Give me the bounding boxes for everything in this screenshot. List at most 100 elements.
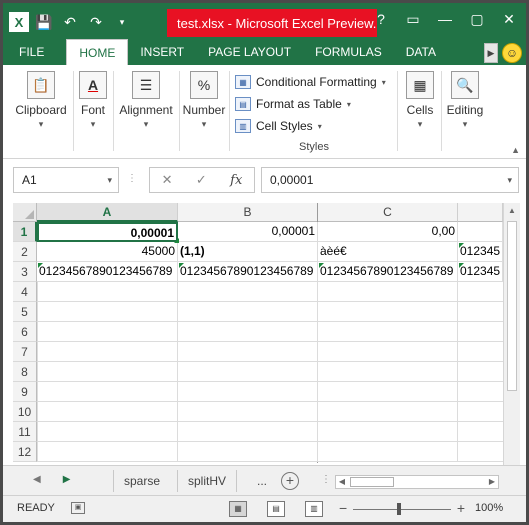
row-header-1[interactable]: 1 [13,222,37,242]
tab-home[interactable]: HOME [66,39,129,65]
row-header-10[interactable]: 10 [13,402,37,422]
column-header-d[interactable] [458,203,503,222]
tab-file[interactable]: FILE [3,39,61,65]
normal-view-icon[interactable]: ▦ [229,501,247,517]
row-header-5[interactable]: 5 [13,302,37,322]
row-header-6[interactable]: 6 [13,322,37,342]
maximize-button[interactable]: ▢ [468,11,486,28]
enter-icon[interactable]: ✓ [196,172,207,188]
expand-formula-bar-icon[interactable]: ▾ [507,168,512,192]
zoom-in-icon[interactable]: + [457,500,465,516]
vertical-scroll-thumb[interactable] [507,221,517,391]
zoom-level[interactable]: 100% [475,502,503,514]
column-header-a[interactable]: A [37,203,178,222]
row-header-4[interactable]: 4 [13,282,37,302]
cell-c2[interactable]: àèé€ [318,242,458,262]
zoom-track [353,509,451,510]
sheet-tab-sparse[interactable]: sparse [113,470,170,492]
conditional-formatting-button[interactable]: ▦ Conditional Formatting ▾ [235,71,386,93]
format-as-table-button[interactable]: ▤ Format as Table ▾ [235,93,386,115]
scroll-left-icon[interactable]: ◀ [336,476,348,488]
save-icon[interactable]: 💾 [33,11,55,33]
more-sheets-button[interactable]: ... [247,470,277,492]
row-header-8[interactable]: 8 [13,362,37,382]
alignment-label: Alignment [119,103,173,117]
tab-scroll-right-icon[interactable]: ▶ [484,43,498,63]
cell-d1[interactable] [458,222,503,242]
row-header-12[interactable]: 12 [13,442,37,462]
select-all-button[interactable] [13,203,37,222]
row-header-3[interactable]: 3 [13,262,37,282]
tab-formulas[interactable]: FORMULAS [303,39,394,65]
cell-d2[interactable]: 012345 [458,242,503,262]
cell-b2[interactable]: (1,1) [178,242,318,262]
cell-c3[interactable]: 01234567890123456789 [318,262,458,282]
cell-b3[interactable]: 01234567890123456789 [178,262,318,282]
horizontal-scroll-thumb[interactable] [350,477,394,487]
divider [113,71,114,151]
zoom-slider[interactable]: − + [339,500,465,517]
minimize-button[interactable]: — [436,11,454,28]
scroll-up-icon[interactable]: ▲ [504,203,520,219]
editing-group[interactable]: 🔍 Editing ▾ [443,69,487,130]
customize-qat-icon[interactable]: ▾ [111,11,133,33]
chevron-down-icon[interactable]: ▾ [107,168,112,192]
help-button[interactable]: ? [372,11,390,28]
tab-data[interactable]: DATA [394,39,448,65]
column-header-c[interactable]: C [318,203,458,222]
ribbon-display-button[interactable]: ▭ [404,11,422,28]
name-box[interactable]: A1 ▾ [13,167,119,193]
clipboard-group[interactable]: 📋 Clipboard ▾ [11,69,71,130]
formula-input[interactable]: 0,00001 ▾ [261,167,519,193]
add-sheet-icon[interactable]: + [281,472,299,490]
cell-d3[interactable]: 012345 [458,262,503,282]
zoom-knob[interactable] [397,503,401,515]
row-header-9[interactable]: 9 [13,382,37,402]
horizontal-scrollbar[interactable]: ◀ ▶ [335,475,499,489]
status-mode: READY [17,502,55,514]
row-header-11[interactable]: 11 [13,422,37,442]
insert-function-icon[interactable]: fx [230,173,242,188]
cells-group[interactable]: ▦ Cells ▾ [401,69,439,130]
cell-styles-button[interactable]: ▥ Cell Styles ▾ [235,115,386,137]
cell-fill-handle[interactable] [174,238,179,243]
cancel-icon[interactable]: ✕ [162,172,173,188]
previous-sheet-icon[interactable]: ◀ [33,474,41,485]
divider [229,71,230,151]
page-break-preview-icon[interactable]: ▥ [305,501,323,517]
cell-c1[interactable]: 0,00 [318,222,458,242]
collapse-ribbon-icon[interactable]: ▲ [511,145,520,155]
undo-icon[interactable]: ↶ [59,11,81,33]
scroll-right-icon[interactable]: ▶ [486,476,498,488]
divider [179,71,180,151]
font-group[interactable]: A Font ▾ [75,69,111,130]
empty-cells[interactable] [37,282,503,462]
formula-bar-resize-handle[interactable]: ⋮ [127,173,137,184]
sheet-tab-splithv[interactable]: splitHV [177,470,238,492]
spreadsheet-grid[interactable]: A B C 1 2 3 4 5 6 7 8 9 10 11 12 0,00001… [3,201,526,465]
tab-insert[interactable]: INSERT [128,39,196,65]
cell-a1[interactable]: 0,00001 [37,222,178,242]
macro-record-icon[interactable]: ▣ [71,502,85,514]
number-group[interactable]: % Number ▾ [181,69,227,130]
chevron-down-icon: ▾ [417,119,423,129]
row-header-7[interactable]: 7 [13,342,37,362]
next-sheet-icon[interactable]: ▶ [63,474,71,485]
tab-page-layout[interactable]: PAGE LAYOUT [196,39,303,65]
vertical-scrollbar[interactable]: ▲ [503,203,520,465]
row-header-2[interactable]: 2 [13,242,37,262]
sheet-navigation: ◀ ▶ [33,474,70,485]
cell-a3[interactable]: 01234567890123456789 [37,262,178,282]
tab-split-handle[interactable]: ⋮ [321,474,331,485]
close-button[interactable]: ✕ [500,11,518,28]
zoom-out-icon[interactable]: − [339,500,347,516]
cell-b1[interactable]: 0,00001 [178,222,318,242]
column-header-b[interactable]: B [178,203,318,222]
redo-icon[interactable]: ↷ [85,11,107,33]
page-layout-view-icon[interactable]: ▤ [267,501,285,517]
alignment-group[interactable]: ☰ Alignment ▾ [115,69,177,130]
divider [397,71,398,151]
feedback-smiley-icon[interactable]: ☺ [502,43,522,63]
cell-a2[interactable]: 45000 [37,242,178,262]
view-switcher: ▦ ▤ ▥ [229,501,323,517]
